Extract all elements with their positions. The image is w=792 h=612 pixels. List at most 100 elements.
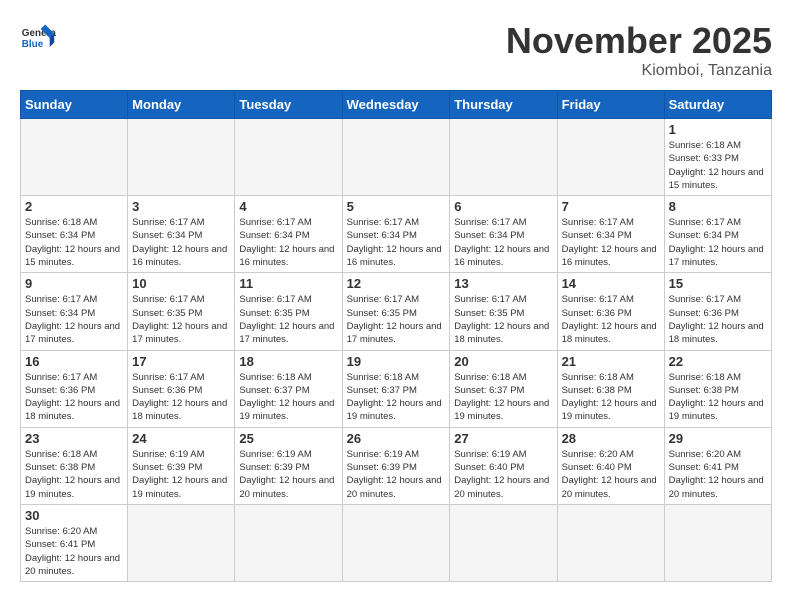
day-number: 18	[239, 354, 337, 369]
day-info: Sunrise: 6:17 AM Sunset: 6:34 PM Dayligh…	[562, 216, 660, 269]
calendar-cell: 12 Sunrise: 6:17 AM Sunset: 6:35 PM Dayli…	[342, 273, 450, 350]
calendar-cell	[557, 119, 664, 196]
calendar-cell	[235, 119, 342, 196]
calendar-cell	[450, 504, 557, 581]
day-info: Sunrise: 6:17 AM Sunset: 6:36 PM Dayligh…	[132, 371, 230, 424]
day-info: Sunrise: 6:18 AM Sunset: 6:33 PM Dayligh…	[669, 139, 767, 192]
weekday-header-monday: Monday	[128, 91, 235, 119]
svg-text:Blue: Blue	[22, 39, 44, 50]
calendar-cell: 16Sunrise: 6:17 AM Sunset: 6:36 PM Dayli…	[21, 350, 128, 427]
day-number: 26	[347, 431, 446, 446]
day-info: Sunrise: 6:17 AM Sunset: 6:36 PM Dayligh…	[669, 293, 767, 346]
day-info: Sunrise: 6:20 AM Sunset: 6:41 PM Dayligh…	[669, 448, 767, 501]
day-info: Sunrise: 6:17 AM Sunset: 6:36 PM Dayligh…	[562, 293, 660, 346]
day-number: 25	[239, 431, 337, 446]
calendar-cell: 5 Sunrise: 6:17 AM Sunset: 6:34 PM Daylig…	[342, 196, 450, 273]
calendar-week-row: 9Sunrise: 6:17 AM Sunset: 6:34 PM Daylig…	[21, 273, 772, 350]
day-number: 7	[562, 199, 660, 214]
calendar-cell	[128, 119, 235, 196]
day-number: 28	[562, 431, 660, 446]
calendar-cell	[235, 504, 342, 581]
calendar-week-row: 16Sunrise: 6:17 AM Sunset: 6:36 PM Dayli…	[21, 350, 772, 427]
day-number: 19	[347, 354, 446, 369]
day-number: 13	[454, 276, 552, 291]
day-info: Sunrise: 6:17 AM Sunset: 6:35 PM Dayligh…	[454, 293, 552, 346]
day-info: Sunrise: 6:18 AM Sunset: 6:38 PM Dayligh…	[562, 371, 660, 424]
calendar-cell: 22Sunrise: 6:18 AM Sunset: 6:38 PM Dayli…	[664, 350, 771, 427]
calendar-cell	[557, 504, 664, 581]
day-number: 11	[239, 276, 337, 291]
month-title: November 2025	[506, 20, 772, 62]
day-number: 22	[669, 354, 767, 369]
calendar-cell: 15 Sunrise: 6:17 AM Sunset: 6:36 PM Dayli…	[664, 273, 771, 350]
weekday-header-saturday: Saturday	[664, 91, 771, 119]
calendar-cell	[21, 119, 128, 196]
day-number: 5	[347, 199, 446, 214]
day-info: Sunrise: 6:17 AM Sunset: 6:35 PM Dayligh…	[239, 293, 337, 346]
day-number: 24	[132, 431, 230, 446]
day-info: Sunrise: 6:18 AM Sunset: 6:38 PM Dayligh…	[25, 448, 123, 501]
day-number: 2	[25, 199, 123, 214]
day-info: Sunrise: 6:17 AM Sunset: 6:34 PM Dayligh…	[239, 216, 337, 269]
calendar-cell: 11 Sunrise: 6:17 AM Sunset: 6:35 PM Dayli…	[235, 273, 342, 350]
calendar-cell: 18 Sunrise: 6:18 AM Sunset: 6:37 PM Dayli…	[235, 350, 342, 427]
calendar-cell	[342, 119, 450, 196]
calendar-cell: 24 Sunrise: 6:19 AM Sunset: 6:39 PM Dayli…	[128, 427, 235, 504]
day-info: Sunrise: 6:18 AM Sunset: 6:34 PM Dayligh…	[25, 216, 123, 269]
weekday-header-tuesday: Tuesday	[235, 91, 342, 119]
day-info: Sunrise: 6:18 AM Sunset: 6:37 PM Dayligh…	[454, 371, 552, 424]
calendar-cell: 1 Sunrise: 6:18 AM Sunset: 6:33 PM Daylig…	[664, 119, 771, 196]
calendar-cell: 17 Sunrise: 6:17 AM Sunset: 6:36 PM Dayli…	[128, 350, 235, 427]
day-number: 6	[454, 199, 552, 214]
page-header: General Blue November 2025 Kiomboi, Tanz…	[20, 20, 772, 80]
day-info: Sunrise: 6:20 AM Sunset: 6:40 PM Dayligh…	[562, 448, 660, 501]
calendar-cell: 3 Sunrise: 6:17 AM Sunset: 6:34 PM Daylig…	[128, 196, 235, 273]
calendar-cell: 4 Sunrise: 6:17 AM Sunset: 6:34 PM Daylig…	[235, 196, 342, 273]
weekday-header-thursday: Thursday	[450, 91, 557, 119]
calendar-cell: 13 Sunrise: 6:17 AM Sunset: 6:35 PM Dayli…	[450, 273, 557, 350]
day-number: 9	[25, 276, 123, 291]
calendar-cell: 30Sunrise: 6:20 AM Sunset: 6:41 PM Dayli…	[21, 504, 128, 581]
day-number: 20	[454, 354, 552, 369]
calendar-cell: 27 Sunrise: 6:19 AM Sunset: 6:40 PM Dayli…	[450, 427, 557, 504]
day-info: Sunrise: 6:17 AM Sunset: 6:36 PM Dayligh…	[25, 371, 123, 424]
location: Kiomboi, Tanzania	[506, 62, 772, 80]
calendar-cell: 23Sunrise: 6:18 AM Sunset: 6:38 PM Dayli…	[21, 427, 128, 504]
calendar-cell	[128, 504, 235, 581]
day-info: Sunrise: 6:19 AM Sunset: 6:39 PM Dayligh…	[239, 448, 337, 501]
calendar-cell: 25 Sunrise: 6:19 AM Sunset: 6:39 PM Dayli…	[235, 427, 342, 504]
day-number: 21	[562, 354, 660, 369]
calendar-cell: 2 Sunrise: 6:18 AM Sunset: 6:34 PM Daylig…	[21, 196, 128, 273]
day-number: 12	[347, 276, 446, 291]
day-number: 15	[669, 276, 767, 291]
calendar-week-row: 2 Sunrise: 6:18 AM Sunset: 6:34 PM Daylig…	[21, 196, 772, 273]
day-info: Sunrise: 6:17 AM Sunset: 6:35 PM Dayligh…	[347, 293, 446, 346]
day-info: Sunrise: 6:18 AM Sunset: 6:37 PM Dayligh…	[347, 371, 446, 424]
weekday-header-friday: Friday	[557, 91, 664, 119]
day-info: Sunrise: 6:17 AM Sunset: 6:34 PM Dayligh…	[669, 216, 767, 269]
logo: General Blue	[20, 20, 56, 56]
title-area: November 2025 Kiomboi, Tanzania	[506, 20, 772, 80]
day-info: Sunrise: 6:18 AM Sunset: 6:37 PM Dayligh…	[239, 371, 337, 424]
weekday-header-sunday: Sunday	[21, 91, 128, 119]
day-info: Sunrise: 6:17 AM Sunset: 6:34 PM Dayligh…	[347, 216, 446, 269]
day-number: 10	[132, 276, 230, 291]
day-info: Sunrise: 6:19 AM Sunset: 6:39 PM Dayligh…	[132, 448, 230, 501]
calendar-table: SundayMondayTuesdayWednesdayThursdayFrid…	[20, 90, 772, 582]
day-number: 17	[132, 354, 230, 369]
day-info: Sunrise: 6:20 AM Sunset: 6:41 PM Dayligh…	[25, 525, 123, 578]
day-number: 4	[239, 199, 337, 214]
calendar-cell: 9Sunrise: 6:17 AM Sunset: 6:34 PM Daylig…	[21, 273, 128, 350]
day-info: Sunrise: 6:17 AM Sunset: 6:34 PM Dayligh…	[132, 216, 230, 269]
calendar-cell: 20 Sunrise: 6:18 AM Sunset: 6:37 PM Dayli…	[450, 350, 557, 427]
day-number: 27	[454, 431, 552, 446]
day-number: 3	[132, 199, 230, 214]
calendar-cell	[450, 119, 557, 196]
day-number: 8	[669, 199, 767, 214]
day-number: 1	[669, 122, 767, 137]
weekday-header-wednesday: Wednesday	[342, 91, 450, 119]
calendar-cell: 28 Sunrise: 6:20 AM Sunset: 6:40 PM Dayli…	[557, 427, 664, 504]
calendar-week-row: 23Sunrise: 6:18 AM Sunset: 6:38 PM Dayli…	[21, 427, 772, 504]
day-info: Sunrise: 6:19 AM Sunset: 6:40 PM Dayligh…	[454, 448, 552, 501]
calendar-cell: 19 Sunrise: 6:18 AM Sunset: 6:37 PM Dayli…	[342, 350, 450, 427]
